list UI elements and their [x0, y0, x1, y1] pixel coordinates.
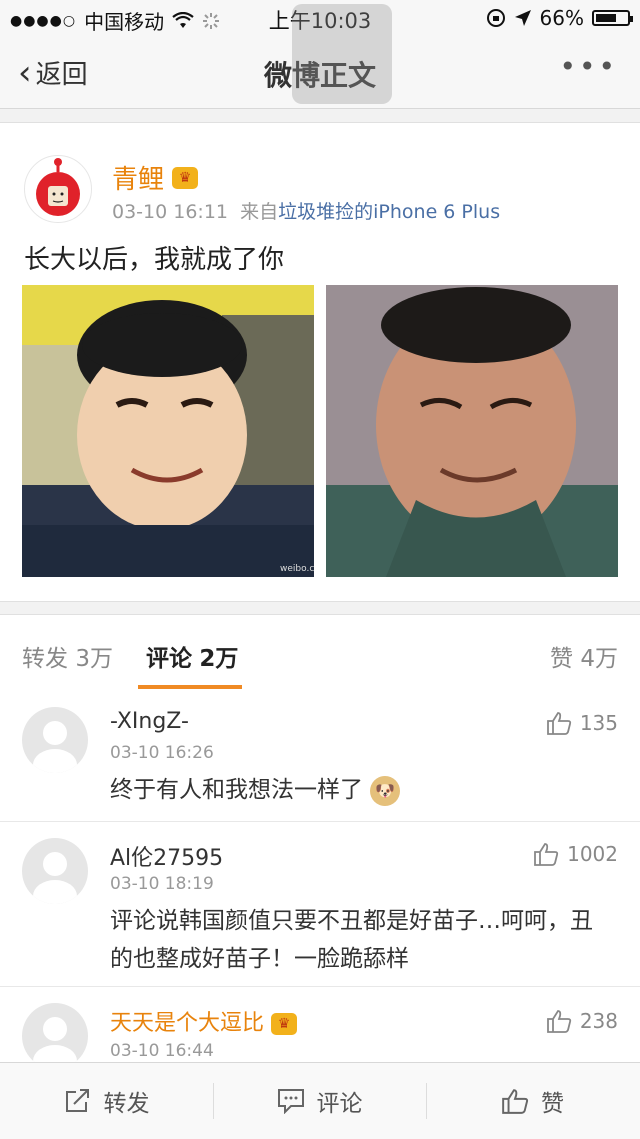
commenter-avatar[interactable] — [22, 838, 88, 904]
commenter-name[interactable]: Al伦27595 — [110, 840, 223, 872]
doge-emoji-icon: 🐶 — [370, 775, 401, 806]
comment-time: 03-10 16:44 — [110, 1041, 214, 1061]
post-source-link[interactable]: 垃圾堆捡的iPhone 6 Plus — [278, 201, 500, 223]
tab-like-count: 4万 — [580, 646, 618, 672]
comment-item: Al伦27595 03-10 18:19 评论说韩国颜值只要不丑都是好苗子…呵呵… — [0, 822, 640, 987]
commenter-name[interactable]: 天天是个大逗比 — [110, 1011, 264, 1036]
tab-comment-label: 评论 — [146, 646, 192, 672]
post-image-child[interactable]: weibo.com — [22, 285, 314, 577]
comment-icon — [277, 1089, 304, 1114]
loading-overlay — [292, 4, 392, 104]
status-right: 66% — [486, 6, 633, 30]
comment-like-button[interactable]: 1002 — [533, 842, 618, 866]
tab-comment-count: 2万 — [199, 646, 239, 672]
commenter-name[interactable]: -XIngZ- — [110, 709, 189, 734]
commenter-avatar[interactable] — [22, 1003, 88, 1062]
comment-like-button[interactable]: 135 — [546, 711, 618, 735]
tab-repost[interactable]: 转发 3万 — [22, 639, 113, 673]
thumb-up-icon — [502, 1089, 529, 1114]
weibo-post: 青鲤 ♛ 03-10 16:11 来自垃圾堆捡的iPhone 6 Plus 长大… — [0, 122, 640, 602]
image-watermark: weibo.com — [280, 564, 314, 574]
thumb-up-icon — [546, 712, 571, 735]
author-avatar[interactable] — [24, 155, 92, 223]
bottom-toolbar: 转发 评论 赞 — [0, 1062, 640, 1139]
comment-item: 天天是个大逗比 ♛ 03-10 16:44 238 — [0, 987, 640, 1063]
tab-comment[interactable]: 评论 2万 — [146, 639, 238, 673]
comment-label: 评论 — [316, 1091, 363, 1117]
tab-like[interactable]: 赞 4万 — [550, 639, 618, 673]
comment-time: 03-10 18:19 — [110, 874, 214, 894]
post-text: 长大以后，我就成了你 — [24, 245, 285, 275]
comment-text: 评论说韩国颜值只要不丑都是好苗子…呵呵，丑的也整成好苗子！一脸跪舔样 — [110, 908, 593, 972]
thumb-up-icon — [546, 1010, 571, 1033]
comment-like-count: 238 — [579, 1009, 618, 1033]
comment-like-button[interactable]: 238 — [546, 1009, 618, 1033]
vip-crown-icon: ♛ — [271, 1013, 298, 1035]
comment-button[interactable]: 评论 — [213, 1063, 426, 1139]
tab-like-label: 赞 — [550, 646, 574, 672]
vip-crown-icon: ♛ — [172, 166, 199, 189]
battery-icon — [592, 10, 633, 26]
author-name-row: 青鲤 ♛ — [112, 159, 199, 196]
tab-repost-label: 转发 — [22, 646, 68, 672]
commenter-name-row: 天天是个大逗比 ♛ — [110, 1005, 298, 1037]
tab-repost-count: 3万 — [75, 646, 113, 672]
comment-time: 03-10 16:26 — [110, 743, 214, 763]
interaction-tabs: 转发 3万 评论 2万 赞 4万 — [0, 614, 640, 692]
post-time: 03-10 16:11 — [112, 201, 229, 223]
battery-percent: 66% — [539, 6, 584, 30]
share-icon — [65, 1089, 89, 1112]
post-meta: 03-10 16:11 来自垃圾堆捡的iPhone 6 Plus — [112, 197, 500, 224]
active-tab-indicator — [138, 685, 242, 689]
comment-like-count: 135 — [579, 711, 618, 735]
comment-text-content: 终于有人和我想法一样了 — [110, 777, 363, 803]
repost-button[interactable]: 转发 — [0, 1063, 213, 1139]
comment-text: 终于有人和我想法一样了 🐶 — [110, 771, 600, 809]
comment-item: -XIngZ- 03-10 16:26 终于有人和我想法一样了 🐶 135 — [0, 691, 640, 822]
repost-label: 转发 — [103, 1091, 150, 1117]
post-image-adult[interactable] — [326, 285, 618, 577]
comment-like-count: 1002 — [567, 842, 618, 866]
commenter-avatar[interactable] — [22, 707, 88, 773]
author-name[interactable]: 青鲤 — [112, 159, 164, 196]
like-label: 赞 — [541, 1091, 564, 1117]
like-button[interactable]: 赞 — [426, 1063, 639, 1139]
more-button[interactable]: ••• — [559, 50, 618, 83]
thumb-up-icon — [534, 843, 559, 866]
source-prefix: 来自 — [240, 201, 279, 223]
orientation-lock-icon — [486, 9, 505, 27]
location-icon — [514, 10, 531, 26]
